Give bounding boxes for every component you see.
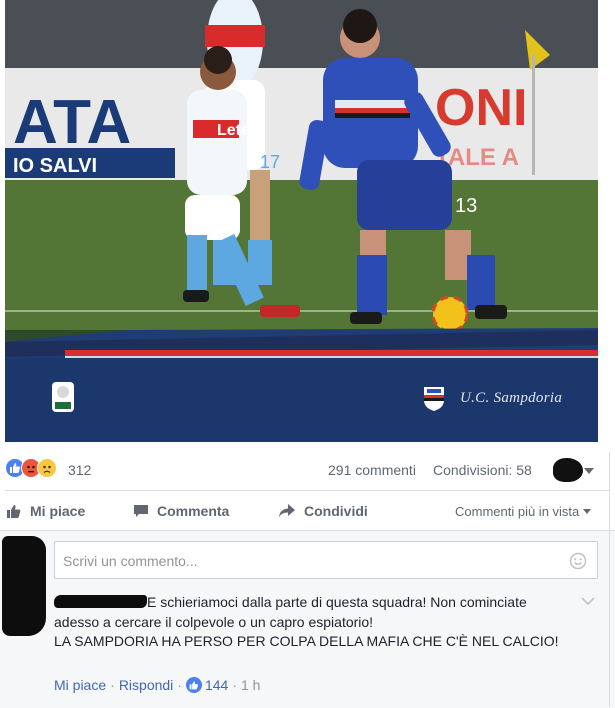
sort-comments-dropdown[interactable]: Commenti più in vista	[455, 504, 592, 519]
league-logo	[52, 382, 74, 412]
card-right-border	[609, 452, 610, 707]
post-actions-bar: Mi piace Commenta Condividi Commenti più…	[0, 494, 615, 528]
comment-button[interactable]: Commenta	[133, 503, 229, 519]
redacted-avatar[interactable]	[553, 458, 583, 482]
comments-count-link[interactable]: 291 commenti	[328, 462, 416, 478]
svg-text:IO SALVI: IO SALVI	[13, 155, 97, 177]
shirt-number-left: 17	[260, 152, 280, 172]
like-button[interactable]: Mi piace	[6, 503, 85, 519]
comment-likes-count[interactable]: 144	[205, 677, 228, 693]
reactions-count[interactable]: 312	[68, 462, 91, 478]
comment-like-link[interactable]: Mi piace	[54, 677, 106, 693]
caret-down-icon	[583, 509, 592, 514]
emoji-button[interactable]	[569, 552, 587, 575]
comment-icon	[134, 505, 148, 517]
shares-count-link[interactable]: Condivisioni: 58	[433, 462, 532, 478]
svg-text:ONI: ONI	[435, 79, 527, 137]
shirt-sponsor: Lete	[217, 122, 250, 139]
sad-icon	[37, 458, 57, 478]
shirt-number-right: 13	[455, 195, 477, 217]
like-badge-icon	[185, 677, 202, 693]
like-button-label: Mi piace	[30, 503, 86, 519]
comment-reply-link[interactable]: Rispondi	[119, 677, 173, 693]
football-match-photo: ATA IO SALVI ONI TALE A 13 Lete 17	[5, 0, 598, 442]
comment-timestamp[interactable]: 1 h	[241, 677, 260, 693]
sort-comments-label: Commenti più in vista	[455, 504, 580, 519]
share-arrow-icon	[279, 504, 295, 517]
post-photo[interactable]: ATA IO SALVI ONI TALE A 13 Lete 17 U.C. …	[5, 0, 598, 442]
share-button-label: Condividi	[304, 503, 368, 519]
divider	[5, 490, 609, 491]
thumbs-up-icon	[7, 505, 21, 518]
reactions-summary: 312 291 commenti Condivisioni: 58	[0, 452, 615, 486]
comment-button-label: Commenta	[157, 503, 230, 519]
chevron-down-icon[interactable]	[584, 468, 594, 474]
separator-dot: ·	[177, 677, 182, 693]
post-card: ATA IO SALVI ONI TALE A 13 Lete 17 U.C. …	[0, 0, 615, 708]
separator-dot: ·	[232, 677, 237, 693]
separator-dot: ·	[110, 677, 115, 693]
comment-input[interactable]	[61, 550, 565, 572]
share-button[interactable]: Condividi	[278, 503, 368, 519]
comment-options-chevron-icon[interactable]	[581, 597, 595, 606]
photo-watermark: U.C. Sampdoria	[460, 390, 563, 406]
comment-actions: Mi piace · Rispondi · 144 · 1 h	[54, 677, 260, 693]
comment-input-box	[54, 541, 598, 579]
comment-line-2: LA SAMPDORIA HA PERSO PER COLPA DELLA MA…	[54, 633, 559, 649]
smiley-icon	[569, 552, 587, 570]
sampdoria-crest-icon	[424, 387, 444, 411]
redacted-author-name[interactable]	[54, 595, 147, 608]
redacted-profile-picture[interactable]	[2, 536, 46, 636]
board-text: ATA	[13, 88, 131, 157]
comment-text: E schieriamoci dalla parte di questa squ…	[54, 593, 574, 652]
